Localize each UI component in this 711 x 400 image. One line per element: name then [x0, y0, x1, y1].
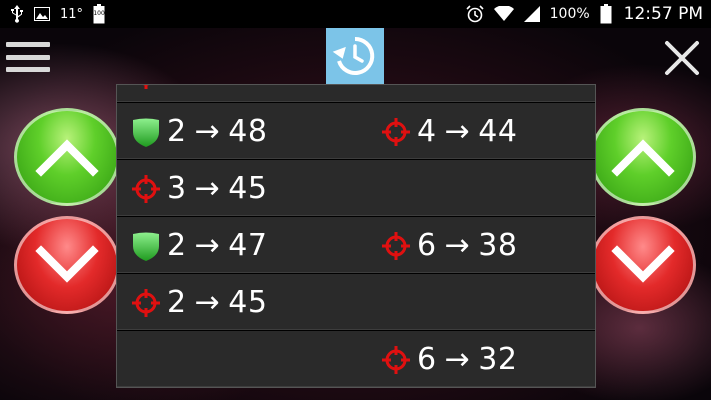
- entry-from-value: 4: [417, 114, 437, 149]
- status-right: 100% 12:57 PM: [466, 4, 703, 24]
- arrow-right-icon: →: [194, 285, 221, 320]
- history-entry-right: 6 → 38: [379, 217, 517, 274]
- temperature: 11°: [60, 6, 84, 22]
- menu-icon-bar: [6, 54, 50, 60]
- arrow-right-icon: →: [194, 114, 221, 149]
- shield-icon: [129, 115, 163, 149]
- target-icon: [379, 343, 413, 377]
- history-entry-left: 2 → 48: [129, 103, 267, 160]
- shield-icon: [129, 229, 163, 263]
- history-entry-right: 6 → 32: [379, 331, 518, 387]
- target-icon: [129, 85, 163, 92]
- battery-percent: 100%: [549, 6, 590, 22]
- arrow-right-icon: →: [194, 228, 221, 263]
- entry-from-value: 6: [417, 342, 437, 377]
- battery-icon: [600, 4, 612, 24]
- image-icon: [34, 7, 50, 21]
- increase-button-right[interactable]: [590, 108, 696, 206]
- entry-to-value: 45: [228, 285, 268, 320]
- target-icon: [379, 115, 413, 149]
- menu-icon-bar: [6, 67, 50, 72]
- history-row: 2 → 47 6 → 38: [117, 216, 595, 273]
- entry-from-value: 2: [167, 285, 187, 320]
- alarm-icon: [466, 5, 484, 23]
- decrease-button-right[interactable]: [590, 216, 696, 314]
- chevron-down-icon: [611, 245, 675, 283]
- target-icon: [379, 229, 413, 263]
- entry-from-value: 2: [167, 114, 187, 149]
- history-row: 2 → 48 4 → 44: [117, 102, 595, 159]
- history-row: 3 → 45: [117, 159, 595, 216]
- arrow-right-icon: →: [194, 171, 221, 206]
- entry-from-value: 6: [417, 228, 437, 263]
- history-icon: [332, 36, 375, 75]
- history-entry-left: 2 → 45: [129, 274, 267, 331]
- entry-to-value: 44: [478, 114, 518, 149]
- battery-full-icon: 100: [93, 4, 105, 24]
- history-entry-left: 3 → 45: [129, 160, 267, 217]
- history-entry-left: 1 → 49: [129, 85, 267, 103]
- history-row: 2 → 45: [117, 273, 595, 330]
- entry-from-value: 1: [167, 85, 187, 92]
- target-icon: [129, 172, 163, 206]
- history-button[interactable]: [326, 28, 384, 84]
- entry-to-value: 49: [228, 85, 267, 92]
- history-entry-left: 2 → 47: [129, 217, 267, 274]
- arrow-right-icon: →: [195, 85, 221, 92]
- arrow-right-icon: →: [444, 114, 471, 149]
- signal-icon: [523, 6, 540, 22]
- menu-button[interactable]: [6, 40, 52, 74]
- chevron-up-icon: [35, 139, 99, 177]
- arrow-right-icon: →: [444, 228, 471, 263]
- chevron-up-icon: [611, 139, 675, 177]
- entry-to-value: 45: [228, 171, 268, 206]
- status-left: 11° 100: [10, 4, 105, 24]
- usb-icon: [10, 5, 24, 23]
- menu-icon-bar: [6, 42, 50, 47]
- close-icon: [665, 41, 699, 75]
- entry-to-value: 47: [228, 228, 268, 263]
- chevron-down-icon: [35, 245, 99, 283]
- history-row: 1 → 49: [117, 85, 595, 103]
- decrease-button-left[interactable]: [14, 216, 120, 314]
- entry-to-value: 38: [478, 228, 518, 263]
- history-row: 6 → 32: [117, 330, 595, 387]
- arrow-right-icon: →: [444, 342, 471, 377]
- entry-to-value: 32: [478, 342, 518, 377]
- entry-from-value: 2: [167, 228, 187, 263]
- status-bar: 11° 100 100% 12:57 PM: [0, 0, 711, 28]
- clock: 12:57 PM: [623, 4, 703, 24]
- increase-button-left[interactable]: [14, 108, 120, 206]
- target-icon: [129, 286, 163, 320]
- wifi-icon: [493, 6, 514, 22]
- entry-from-value: 3: [167, 171, 187, 206]
- battery-small-label: 100: [93, 10, 105, 17]
- history-entry-right: 4 → 44: [379, 103, 517, 160]
- history-panel[interactable]: 1→492→484→443→452→476→382→456→32: [116, 84, 596, 388]
- entry-to-value: 48: [228, 114, 268, 149]
- close-button[interactable]: [662, 38, 702, 78]
